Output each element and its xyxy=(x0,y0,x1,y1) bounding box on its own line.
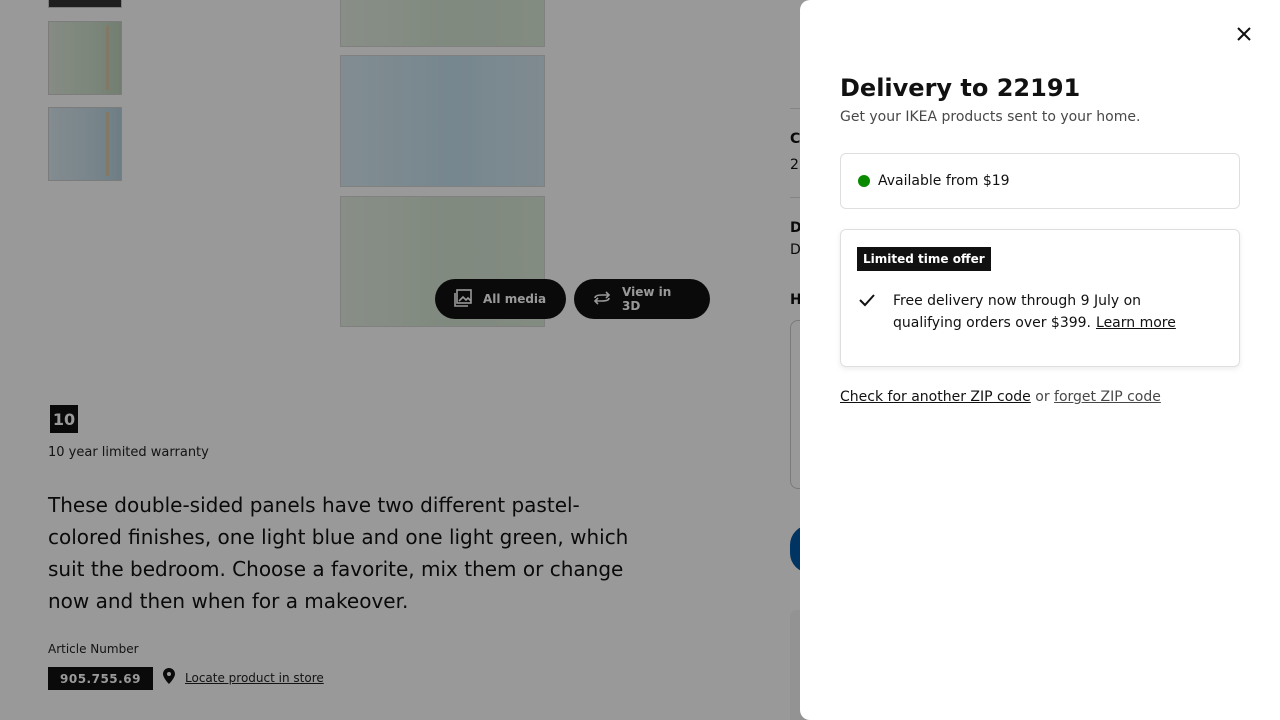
checkmark-icon xyxy=(859,292,875,311)
status-dot-icon xyxy=(858,175,870,187)
zip-actions: Check for another ZIP code or forget ZIP… xyxy=(840,389,1161,405)
availability-box: Available from $19 xyxy=(840,153,1240,209)
offer-text: Free delivery now through 9 July on qual… xyxy=(893,290,1213,334)
limited-offer-badge: Limited time offer xyxy=(857,247,991,271)
offer-box: Limited time offer Free delivery now thr… xyxy=(840,229,1240,367)
learn-more-link[interactable]: Learn more xyxy=(1096,315,1176,331)
forget-zip-link[interactable]: forget ZIP code xyxy=(1054,389,1161,405)
check-another-zip-link[interactable]: Check for another ZIP code xyxy=(840,389,1031,405)
close-button[interactable] xyxy=(1232,24,1256,48)
availability-text: Available from $19 xyxy=(878,173,1010,189)
modal-title: Delivery to 22191 xyxy=(840,74,1081,102)
modal-subtitle: Get your IKEA products sent to your home… xyxy=(840,109,1141,125)
close-icon xyxy=(1236,26,1252,46)
or-text: or xyxy=(1035,389,1050,405)
